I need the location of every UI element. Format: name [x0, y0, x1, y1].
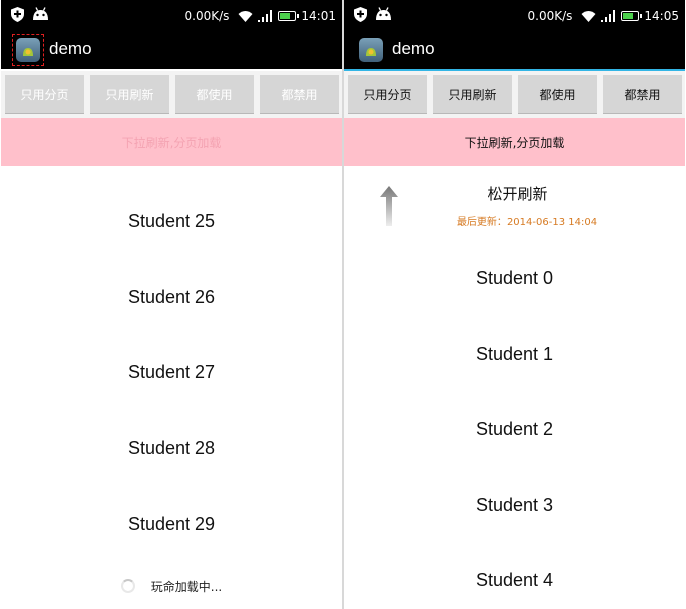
- left-screen: 0.00K/s 14:01 demo 只用分页 只用刷新 都使用 都禁用 下拉刷…: [1, 0, 342, 609]
- list-item[interactable]: Student 25: [1, 183, 342, 259]
- pull-status-text: 松开刷新: [487, 185, 548, 203]
- banner: 下拉刷新,分页加载: [344, 118, 685, 166]
- list-item[interactable]: Student 3: [344, 467, 685, 543]
- action-bar: demo: [1, 31, 342, 69]
- list-item[interactable]: Student 29: [1, 486, 342, 562]
- android-icon: [376, 7, 391, 20]
- list-item[interactable]: Student 0: [344, 240, 685, 316]
- pull-refresh-header: 松开刷新 最后更新：2014-06-13 14:04: [344, 166, 685, 236]
- disable-both-button[interactable]: 都禁用: [260, 75, 339, 114]
- app-title: demo: [49, 39, 92, 58]
- last-updated-label: 最后更新：: [456, 217, 507, 228]
- shield-icon: [354, 7, 367, 22]
- status-time: 14:01: [301, 8, 336, 23]
- list-item[interactable]: Student 28: [1, 410, 342, 486]
- shield-icon: [11, 7, 24, 22]
- button-row: 只用分页 只用刷新 都使用 都禁用: [1, 71, 342, 118]
- signal-icon: [601, 9, 616, 22]
- network-speed: 0.00K/s: [527, 8, 573, 23]
- signal-icon: [258, 9, 273, 22]
- refresh-only-button[interactable]: 只用刷新: [433, 75, 512, 114]
- enable-both-button[interactable]: 都使用: [518, 75, 597, 114]
- banner: 下拉刷新,分页加载: [1, 118, 342, 166]
- right-screen: 0.00K/s 14:05 demo 只用分页 只用刷新 都使用 都禁用 下拉刷…: [344, 0, 685, 609]
- app-title: demo: [392, 39, 435, 58]
- list-item[interactable]: Student 26: [1, 259, 342, 335]
- enable-both-button[interactable]: 都使用: [175, 75, 254, 114]
- list-item[interactable]: Student 2: [344, 391, 685, 467]
- wifi-icon: [238, 10, 253, 22]
- paging-only-button[interactable]: 只用分页: [348, 75, 427, 114]
- status-time: 14:05: [644, 8, 679, 23]
- action-bar: demo: [344, 31, 685, 69]
- list-item[interactable]: Student 1: [344, 316, 685, 392]
- disable-both-button[interactable]: 都禁用: [603, 75, 682, 114]
- network-speed: 0.00K/s: [184, 8, 230, 23]
- last-updated-time: 2014-06-13 14:04: [506, 217, 598, 228]
- app-icon: [359, 38, 383, 62]
- paging-only-button[interactable]: 只用分页: [5, 75, 84, 114]
- app-icon-button[interactable]: [355, 34, 387, 66]
- list-item[interactable]: Student 27: [1, 334, 342, 410]
- loading-text: 玩命加载中...: [150, 579, 223, 594]
- status-bar: 0.00K/s 14:05: [344, 0, 685, 31]
- status-bar: 0.00K/s 14:01: [1, 0, 342, 31]
- spinner-icon: [120, 579, 135, 593]
- app-icon: [16, 38, 40, 62]
- app-icon-button[interactable]: [12, 34, 44, 66]
- list-item[interactable]: Student 4: [344, 542, 685, 609]
- loading-footer: 玩命加载中...: [1, 570, 342, 602]
- button-row: 只用分页 只用刷新 都使用 都禁用: [344, 71, 685, 118]
- refresh-only-button[interactable]: 只用刷新: [90, 75, 169, 114]
- battery-icon: [278, 10, 300, 21]
- battery-icon: [621, 10, 643, 21]
- android-icon: [33, 7, 48, 20]
- last-updated: 最后更新：2014-06-13 14:04: [344, 213, 685, 228]
- wifi-icon: [581, 10, 596, 22]
